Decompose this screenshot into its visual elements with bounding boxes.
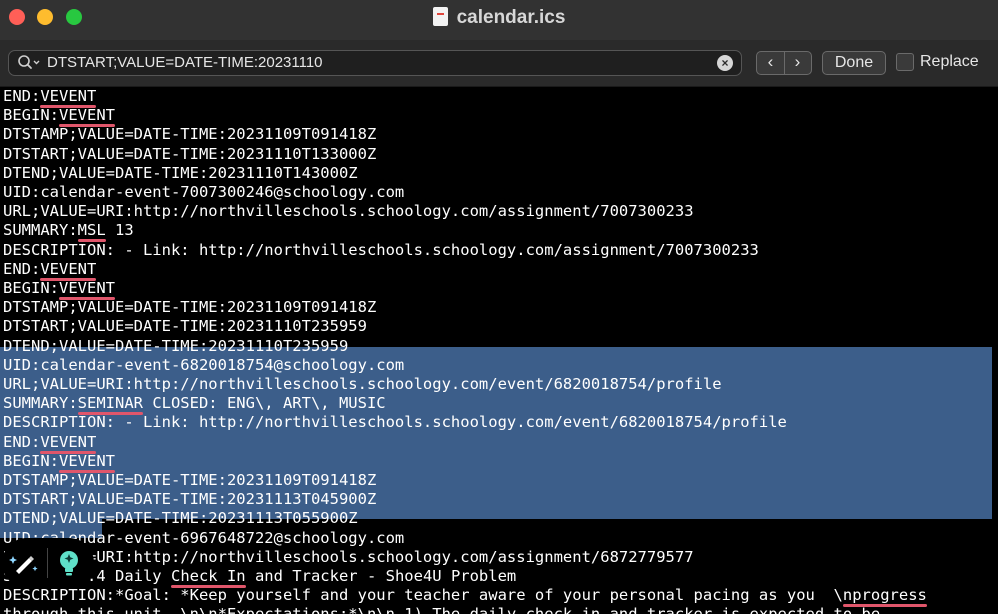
- code-text: BEGIN:: [3, 279, 59, 297]
- code-line[interactable]: URL;VALUE=URI:http://northvilleschools.s…: [3, 548, 694, 567]
- clear-search-icon[interactable]: ×: [717, 55, 733, 71]
- previous-match-button[interactable]: ‹: [757, 52, 785, 74]
- code-text: SUMMARY:: [3, 394, 78, 413]
- misspelled-word: VEVENT: [40, 259, 97, 281]
- next-match-button[interactable]: ›: [784, 52, 811, 74]
- code-text: DTEND;VALUE=DATE-TIME:20231110T143000Z: [3, 163, 358, 182]
- code-text: END:: [3, 432, 41, 451]
- code-line[interactable]: URL;VALUE=URI:http://northvilleschools.s…: [3, 375, 722, 394]
- toolbar-divider: [47, 548, 48, 578]
- code-line[interactable]: UID:calendar-event-7007300246@schoology.…: [3, 183, 404, 202]
- misspelled-word: SEMINAR: [77, 394, 144, 416]
- code-line[interactable]: END:VEVENT: [3, 87, 97, 108]
- code-line[interactable]: DESCRIPTION: - Link: http://northvillesc…: [3, 413, 787, 432]
- misspelled-word: Check In: [170, 567, 246, 588]
- code-text: URL;VALUE=URI:http://northvilleschools.s…: [3, 375, 722, 393]
- window-title: calendar.ics: [456, 7, 566, 28]
- code-line[interactable]: DTEND;VALUE=DATE-TIME:20231110T143000Z: [3, 164, 358, 183]
- code-text: CLOSED: ENG\, ART\, MUSIC: [142, 394, 386, 413]
- misspelled-word: VEVENT: [59, 451, 115, 473]
- code-line[interactable]: DTSTART;VALUE=DATE-TIME:20231113T045900Z: [3, 490, 376, 509]
- code-text: END:: [3, 87, 41, 105]
- code-line[interactable]: DTSTAMP;VALUE=DATE-TIME:20231109T091418Z: [3, 298, 376, 317]
- code-text: SUMMARY:: [3, 221, 78, 240]
- find-bar: DTSTART;VALUE=DATE-TIME:20231110 × ‹ › D…: [0, 40, 998, 87]
- code-line[interactable]: DTSTART;VALUE=DATE-TIME:20231110T133000Z: [3, 145, 376, 164]
- replace-label: Replace: [920, 53, 979, 70]
- code-text: UID:calendar-event-6820018754@schoology.…: [3, 355, 405, 374]
- code-text: and Tracker - Shoe4U Problem: [245, 567, 517, 585]
- done-button[interactable]: Done: [822, 51, 886, 75]
- code-line[interactable]: DTEND;VALUE=DATE-TIME:20231110T235959: [3, 337, 348, 356]
- code-line[interactable]: DTEND;VALUE=DATE-TIME:20231113T055900Z: [3, 509, 358, 528]
- code-text: DTSTART;VALUE=DATE-TIME:20231113T045900Z: [3, 490, 377, 509]
- misspelled-word: VEVENT: [59, 106, 115, 128]
- code-line[interactable]: through this unit. \n\n*Expectations:*\n…: [3, 605, 880, 614]
- code-line[interactable]: DESCRIPTION: - Link: http://northvillesc…: [3, 241, 759, 260]
- code-text: URL;VALUE=URI:http://northvilleschools.s…: [3, 202, 694, 221]
- misspelled-word: nprogress: [842, 586, 927, 608]
- code-text: BEGIN:: [3, 451, 59, 470]
- code-text: through this unit. \n\n*Expectations:*\n…: [3, 605, 880, 614]
- code-line[interactable]: DESCRIPTION:*Goal: *Keep yourself and yo…: [3, 586, 927, 608]
- code-text: DESCRIPTION: - Link: http://northvillesc…: [3, 413, 787, 432]
- code-text: DTSTART;VALUE=DATE-TIME:20231110T133000Z: [3, 144, 377, 163]
- code-text: DTEND;VALUE=DATE-TIME:20231113T055900Z: [3, 509, 358, 528]
- code-line[interactable]: UID:calendar-event-6820018754@schoology.…: [3, 356, 404, 375]
- misspelled-word: VEVENT: [59, 279, 115, 300]
- lightbulb-icon[interactable]: [50, 544, 88, 582]
- code-line[interactable]: END:VEVENT: [3, 259, 97, 281]
- code-line[interactable]: DTSTART;VALUE=DATE-TIME:20231110T235959: [3, 317, 367, 336]
- code-line[interactable]: URL;VALUE=URI:http://northvilleschools.s…: [3, 202, 694, 221]
- code-text: 13: [105, 221, 134, 240]
- floating-toolbar: [2, 538, 94, 588]
- code-text: DTEND;VALUE=DATE-TIME:20231110T235959: [3, 336, 349, 355]
- code-text: UID:calendar-event-7007300246@schoology.…: [3, 183, 405, 201]
- replace-checkbox[interactable]: [896, 53, 914, 71]
- code-line[interactable]: DTSTAMP;VALUE=DATE-TIME:20231109T091418Z: [3, 125, 376, 144]
- code-line[interactable]: BEGIN:VEVENT: [3, 279, 115, 300]
- writing-tools-icon[interactable]: [5, 544, 43, 582]
- title-bar: calendar.ics: [0, 0, 998, 40]
- code-text: DESCRIPTION:*Goal: *Keep yourself and yo…: [3, 586, 843, 605]
- text-editor[interactable]: END:VEVENT BEGIN:VEVENT DTSTAMP;VALUE=DATE…: [0, 87, 998, 614]
- calendar-file-icon: [432, 7, 448, 26]
- find-navigation: ‹ ›: [756, 51, 812, 75]
- misspelled-word: MSL: [77, 221, 106, 243]
- code-text: BEGIN:: [3, 106, 59, 125]
- code-line[interactable]: BEGIN:VEVENT: [3, 106, 115, 128]
- find-query[interactable]: DTSTART;VALUE=DATE-TIME:20231110: [47, 53, 323, 73]
- code-line[interactable]: BEGIN:VEVENT: [3, 451, 115, 473]
- code-text: DESCRIPTION: - Link: http://northvillesc…: [3, 240, 759, 259]
- find-field[interactable]: DTSTART;VALUE=DATE-TIME:20231110 ×: [8, 50, 742, 76]
- code-line[interactable]: END:VEVENT: [3, 432, 97, 454]
- code-text: DTSTAMP;VALUE=DATE-TIME:20231109T091418Z: [3, 471, 377, 489]
- window-title-group: calendar.ics: [0, 6, 998, 30]
- code-text: URL;VALUE=URI:http://northvilleschools.s…: [3, 547, 694, 566]
- code-line[interactable]: SUMMARY:SEMINAR CLOSED: ENG\, ART\, MUSI…: [3, 394, 386, 416]
- code-text: DTSTART;VALUE=DATE-TIME:20231110T235959: [3, 317, 367, 336]
- code-line[interactable]: DTSTAMP;VALUE=DATE-TIME:20231109T091418Z: [3, 471, 376, 490]
- code-text: DTSTAMP;VALUE=DATE-TIME:20231109T091418Z: [3, 125, 377, 144]
- code-line[interactable]: SUMMARY:MSL 13: [3, 221, 134, 243]
- misspelled-word: VEVENT: [40, 432, 97, 454]
- search-icon[interactable]: [17, 54, 41, 77]
- misspelled-word: VEVENT: [40, 87, 97, 108]
- code-text: END:: [3, 259, 41, 278]
- code-text: DTSTAMP;VALUE=DATE-TIME:20231109T091418Z: [3, 298, 377, 317]
